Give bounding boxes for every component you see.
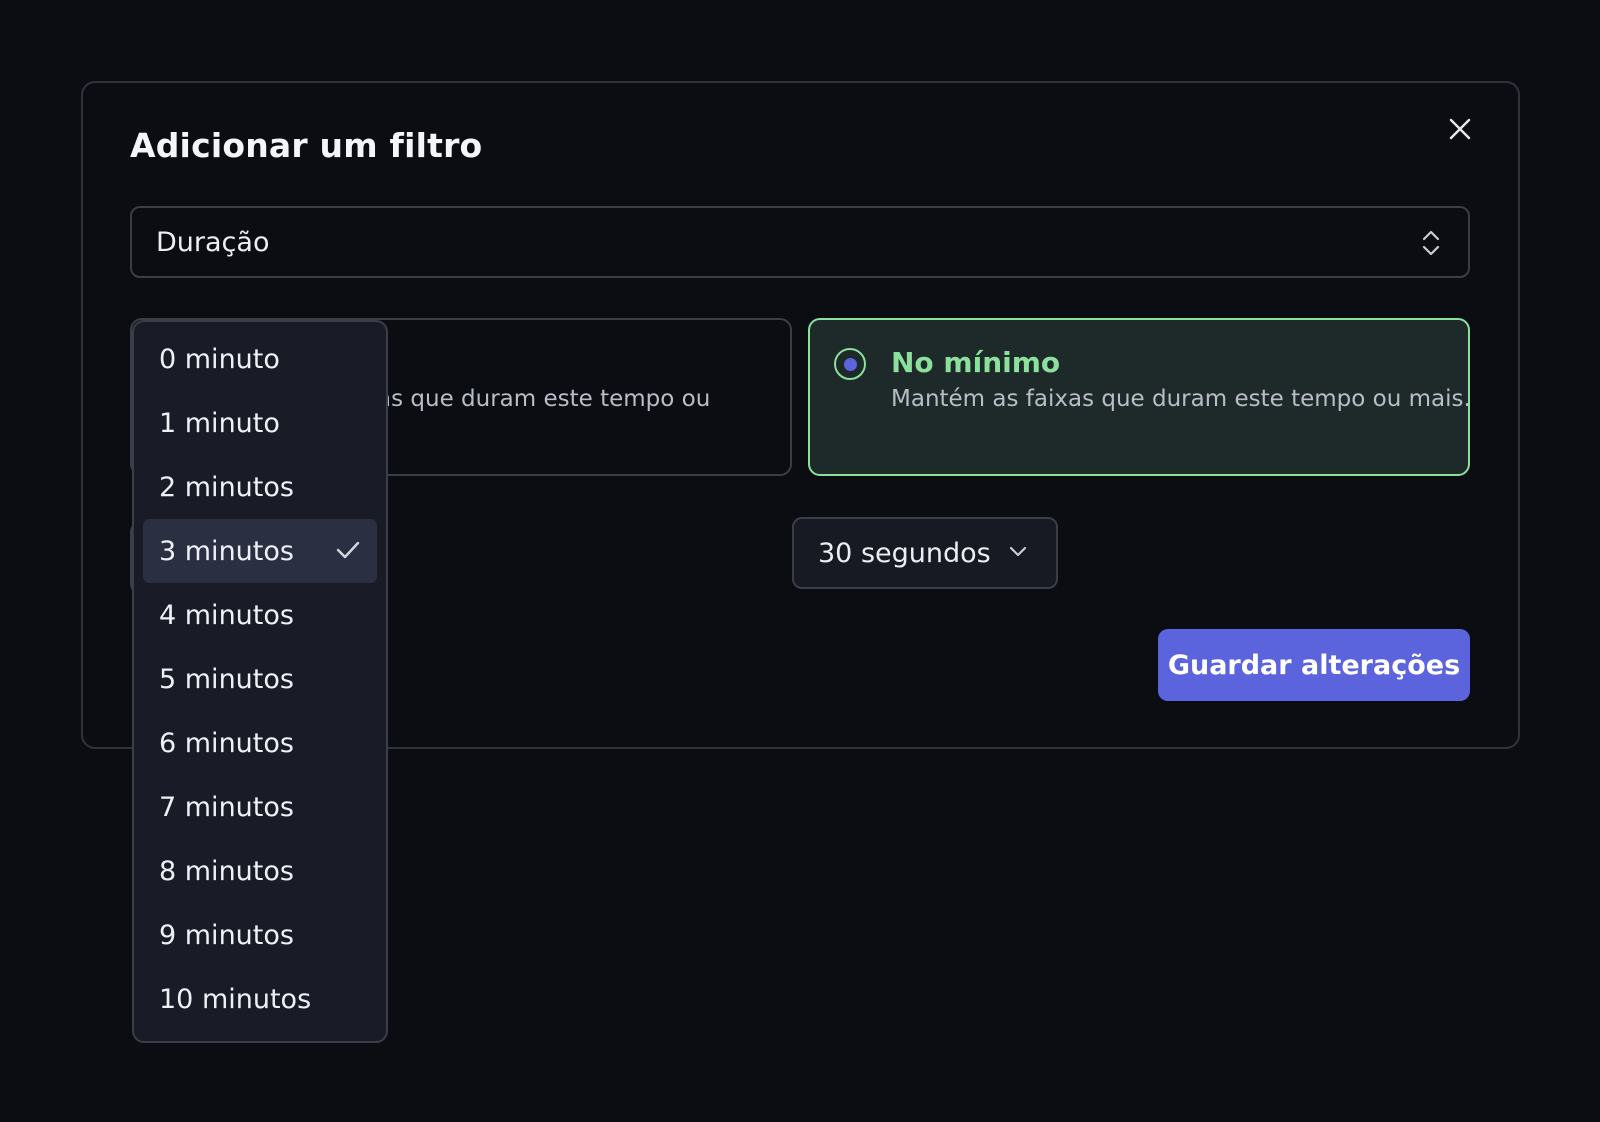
- dropdown-item-3[interactable]: 3 minutos: [143, 519, 377, 583]
- seconds-value: 30 segundos: [818, 537, 991, 569]
- dropdown-item-10[interactable]: 10 minutos: [143, 967, 377, 1031]
- dropdown-item-label: 3 minutos: [159, 535, 294, 567]
- dropdown-item-9[interactable]: 9 minutos: [143, 903, 377, 967]
- dropdown-item-label: 10 minutos: [159, 983, 312, 1015]
- dropdown-item-7[interactable]: 7 minutos: [143, 775, 377, 839]
- dropdown-item-label: 8 minutos: [159, 855, 294, 887]
- dropdown-item-label: 9 minutos: [159, 919, 294, 951]
- option-description: Mantém as faixas que duram este tempo ou…: [891, 386, 1471, 412]
- radio-dot: [843, 357, 857, 371]
- dropdown-item-label: 1 minuto: [159, 407, 280, 439]
- option-card-at-least[interactable]: No mínimo Mantém as faixas que duram est…: [808, 318, 1471, 476]
- chevron-up-down-icon: [1422, 230, 1440, 256]
- close-button[interactable]: [1444, 113, 1476, 145]
- save-changes-button[interactable]: Guardar alterações: [1158, 629, 1470, 701]
- minutes-dropdown: 0 minuto 1 minuto 2 minutos 3 minutos 4 …: [132, 320, 388, 1043]
- chevron-down-icon: [1009, 546, 1027, 557]
- filter-type-select[interactable]: Duração: [130, 206, 1470, 278]
- dialog-title: Adicionar um filtro: [130, 126, 483, 165]
- dropdown-item-1[interactable]: 1 minuto: [143, 391, 377, 455]
- check-icon: [336, 541, 360, 559]
- dropdown-item-label: 6 minutos: [159, 727, 294, 759]
- seconds-select[interactable]: 30 segundos: [792, 517, 1058, 589]
- dropdown-item-label: 0 minuto: [159, 343, 280, 375]
- dropdown-item-6[interactable]: 6 minutos: [143, 711, 377, 775]
- dropdown-item-4[interactable]: 4 minutos: [143, 583, 377, 647]
- dropdown-item-5[interactable]: 5 minutos: [143, 647, 377, 711]
- dropdown-item-label: 2 minutos: [159, 471, 294, 503]
- radio-selected[interactable]: [834, 348, 866, 380]
- dropdown-item-0[interactable]: 0 minuto: [143, 327, 377, 391]
- dropdown-item-2[interactable]: 2 minutos: [143, 455, 377, 519]
- dropdown-item-label: 7 minutos: [159, 791, 294, 823]
- dropdown-item-label: 5 minutos: [159, 663, 294, 695]
- option-title: No mínimo: [891, 346, 1061, 379]
- close-icon: [1449, 118, 1471, 140]
- dropdown-item-label: 4 minutos: [159, 599, 294, 631]
- dropdown-item-8[interactable]: 8 minutos: [143, 839, 377, 903]
- filter-type-value: Duração: [156, 226, 270, 258]
